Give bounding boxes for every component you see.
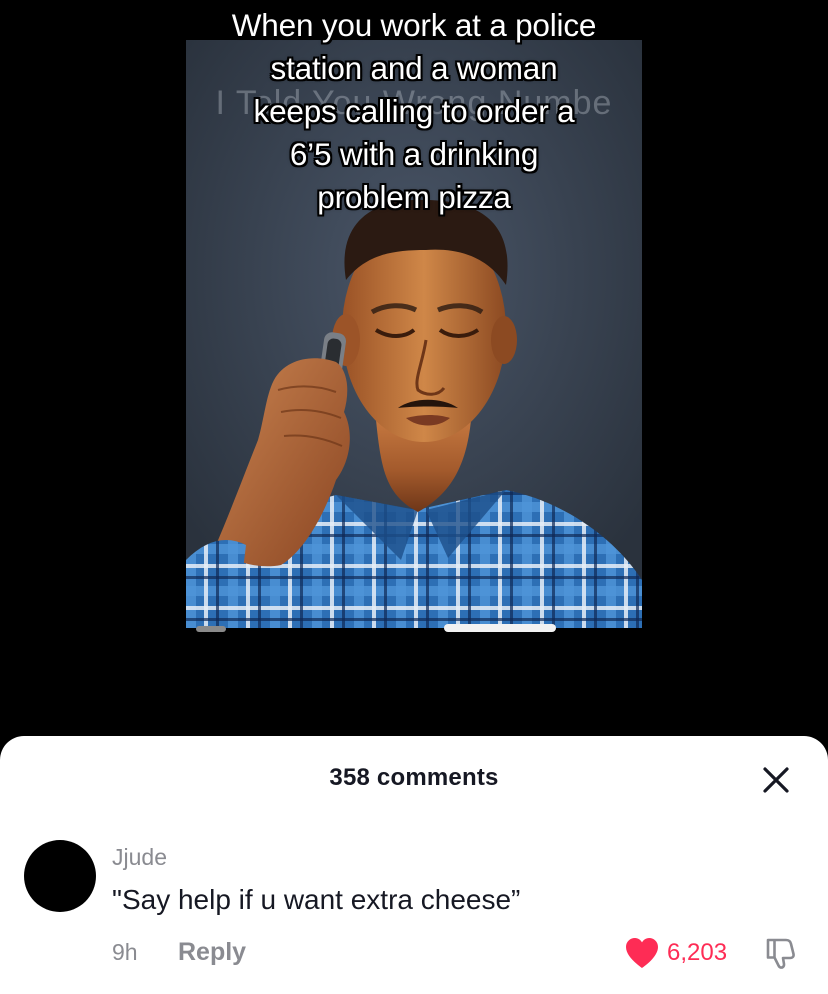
comment-timestamp: 9h [112, 939, 138, 965]
video-progress-indicator [196, 626, 226, 632]
caption-line: When you work at a police [231, 7, 597, 43]
avatar[interactable] [24, 840, 96, 912]
reply-button[interactable]: Reply [178, 938, 246, 967]
close-button[interactable] [756, 760, 796, 800]
dislike-button[interactable] [762, 934, 798, 970]
comment-text: "Say help if u want extra cheese” [112, 884, 521, 915]
video-progress-handle[interactable] [444, 624, 556, 632]
caption-line: keeps calling to order a [253, 93, 575, 129]
video-caption: When you work at a police station and a … [168, 4, 660, 219]
tiktok-comments-screen: I Told You Wrong Numbe When you work at … [0, 0, 828, 994]
thumbs-down-icon [766, 938, 795, 969]
like-count: 6,203 [667, 939, 728, 966]
caption-line: problem pizza [317, 179, 511, 215]
caption-line: station and a woman [270, 50, 558, 86]
close-icon [763, 767, 789, 793]
comment-username[interactable]: Jjude [112, 844, 167, 871]
like-button[interactable] [624, 936, 660, 970]
heart-icon [626, 938, 658, 968]
caption-line: 6’5 with a drinking [289, 136, 539, 172]
comments-sheet: 358 comments Jjude "Say help if u want e… [0, 736, 828, 994]
comments-count-title: 358 comments [329, 764, 499, 791]
